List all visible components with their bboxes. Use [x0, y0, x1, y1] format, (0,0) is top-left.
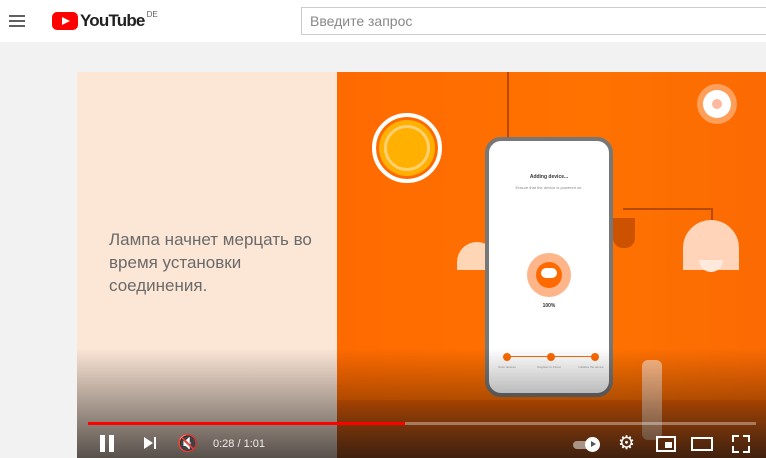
youtube-logo[interactable]: YouTube DE — [52, 9, 158, 31]
country-code: DE — [146, 9, 158, 19]
progress-bar[interactable] — [88, 422, 756, 425]
hamburger-menu-icon[interactable] — [9, 15, 25, 27]
glowing-bulb-icon — [703, 90, 731, 118]
settings-button[interactable]: ⚙ — [618, 434, 638, 454]
miniplayer-button[interactable] — [656, 434, 676, 454]
next-button[interactable] — [143, 434, 159, 454]
search-input[interactable] — [301, 7, 766, 35]
lamp-arm — [623, 208, 713, 210]
theater-mode-button[interactable] — [691, 434, 713, 454]
youtube-play-icon — [52, 12, 78, 30]
autoplay-play-icon — [585, 437, 600, 452]
sun-lamp-icon — [372, 113, 442, 183]
cloud-icon — [541, 268, 557, 278]
fullscreen-button[interactable] — [732, 434, 750, 454]
phone-screen-subtitle: Ensure that the device is powered on. — [515, 185, 583, 190]
video-caption: Лампа начнет мерцать во время установки … — [109, 230, 312, 295]
muted-speaker-icon: 🔇 — [177, 434, 199, 453]
hanging-wire — [507, 72, 509, 144]
gear-icon: ⚙ — [618, 433, 636, 454]
autoplay-toggle[interactable] — [573, 434, 600, 454]
mute-button[interactable]: 🔇 — [177, 434, 199, 454]
masthead: YouTube DE — [0, 0, 766, 42]
progress-played — [88, 422, 406, 425]
time-display: 0:28 / 1:01 — [213, 438, 265, 450]
lamp-cup — [613, 218, 635, 248]
pendant-lamp-icon — [683, 220, 739, 272]
video-player[interactable]: Лампа начнет мерцать во время установки … — [77, 72, 766, 458]
pause-button[interactable] — [99, 434, 117, 454]
progress-percent: 100% — [542, 303, 556, 309]
phone-screen-title: Adding device... — [529, 174, 569, 180]
logo-text: YouTube — [80, 11, 145, 30]
